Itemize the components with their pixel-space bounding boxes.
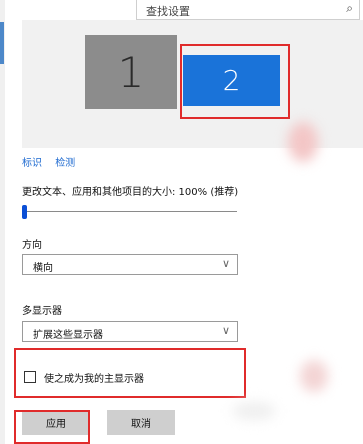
scale-slider-thumb[interactable] xyxy=(22,205,27,219)
nav-selection-indicator xyxy=(0,22,4,64)
monitor-2-highlight xyxy=(180,44,290,119)
decorative-blob xyxy=(232,402,276,420)
decorative-blob xyxy=(288,122,318,162)
left-strip xyxy=(0,0,5,444)
monitor-1[interactable]: 1 xyxy=(85,35,177,109)
multiple-displays-value: 扩展这些显示器 xyxy=(33,330,103,341)
search-placeholder: 查找设置 xyxy=(146,5,190,18)
detect-link[interactable]: 检测 xyxy=(55,158,75,169)
multiple-displays-label: 多显示器 xyxy=(22,306,62,317)
cancel-button[interactable]: 取消 xyxy=(107,410,175,435)
orientation-label: 方向 xyxy=(22,240,42,251)
chevron-down-icon: ∨ xyxy=(221,324,230,337)
apply-button-highlight xyxy=(14,410,90,444)
search-icon[interactable]: ⌕ xyxy=(346,1,353,16)
display-links: 标识 检测 xyxy=(22,154,85,169)
multiple-displays-select[interactable]: 扩展这些显示器 ∨ xyxy=(22,321,238,342)
orientation-select[interactable]: 横向 ∨ xyxy=(22,254,238,275)
chevron-down-icon: ∨ xyxy=(221,257,230,270)
orientation-value: 横向 xyxy=(33,263,53,274)
search-box[interactable]: 查找设置 ⌕ xyxy=(136,0,360,20)
monitor-1-number: 1 xyxy=(117,47,145,97)
scale-slider-track[interactable] xyxy=(25,211,237,212)
identify-link[interactable]: 标识 xyxy=(22,158,42,169)
main-display-highlight xyxy=(14,348,246,398)
scale-label: 更改文本、应用和其他项目的大小: 100% (推荐) xyxy=(22,187,239,198)
decorative-blob xyxy=(300,360,328,392)
